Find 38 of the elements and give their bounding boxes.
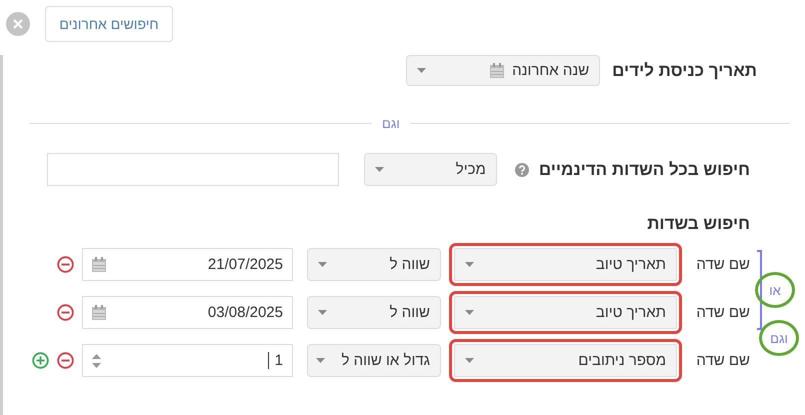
calendar-icon [92,257,106,272]
date-field[interactable]: 21/07/2025 [82,248,293,281]
caret-icon [318,262,327,267]
add-icon[interactable] [32,352,49,369]
spinner-icon[interactable] [92,354,101,368]
remove-icon[interactable] [57,256,74,273]
field-label: שם שדה [695,256,750,273]
help-icon[interactable] [514,162,529,176]
recent-searches-button[interactable]: חיפושים אחרונים [45,6,173,42]
date-field[interactable]: 03/08/2025 [82,296,293,329]
close-icon[interactable] [6,12,30,36]
caret-icon [417,68,426,73]
circled-connector[interactable]: או [755,272,795,308]
calendar-icon [490,63,504,78]
caret-icon [374,167,384,172]
dropdown[interactable]: שווה ל [307,296,441,329]
filter-label: חיפוש בכל השדות הדינמיים [538,160,750,180]
field-label: שם שדה [695,352,750,369]
number-field[interactable]: 1 [82,344,293,377]
remove-icon[interactable] [57,352,74,369]
connector-label: וגם [382,116,400,131]
circled-connector[interactable]: וגם [759,320,799,356]
caret-icon [318,310,327,315]
dropdown[interactable]: שווה ל [307,248,441,281]
calendar-icon [92,305,106,320]
caret-icon [316,358,326,363]
field-label: שם שדה [695,304,750,321]
remove-icon[interactable] [57,304,74,321]
caret-icon [465,262,474,267]
dropdown[interactable]: גדול או שווה ל [307,344,441,377]
text-cursor [268,352,269,369]
dropdown[interactable]: מכיל [364,153,497,186]
caret-icon [465,358,474,363]
section-heading: חיפוש בשדות [646,214,751,234]
caret-icon [465,310,474,315]
filter-label: תאריך כניסת לידים [612,60,757,80]
dropdown[interactable]: שנה אחרונה [406,55,600,86]
input-field[interactable] [46,153,339,186]
